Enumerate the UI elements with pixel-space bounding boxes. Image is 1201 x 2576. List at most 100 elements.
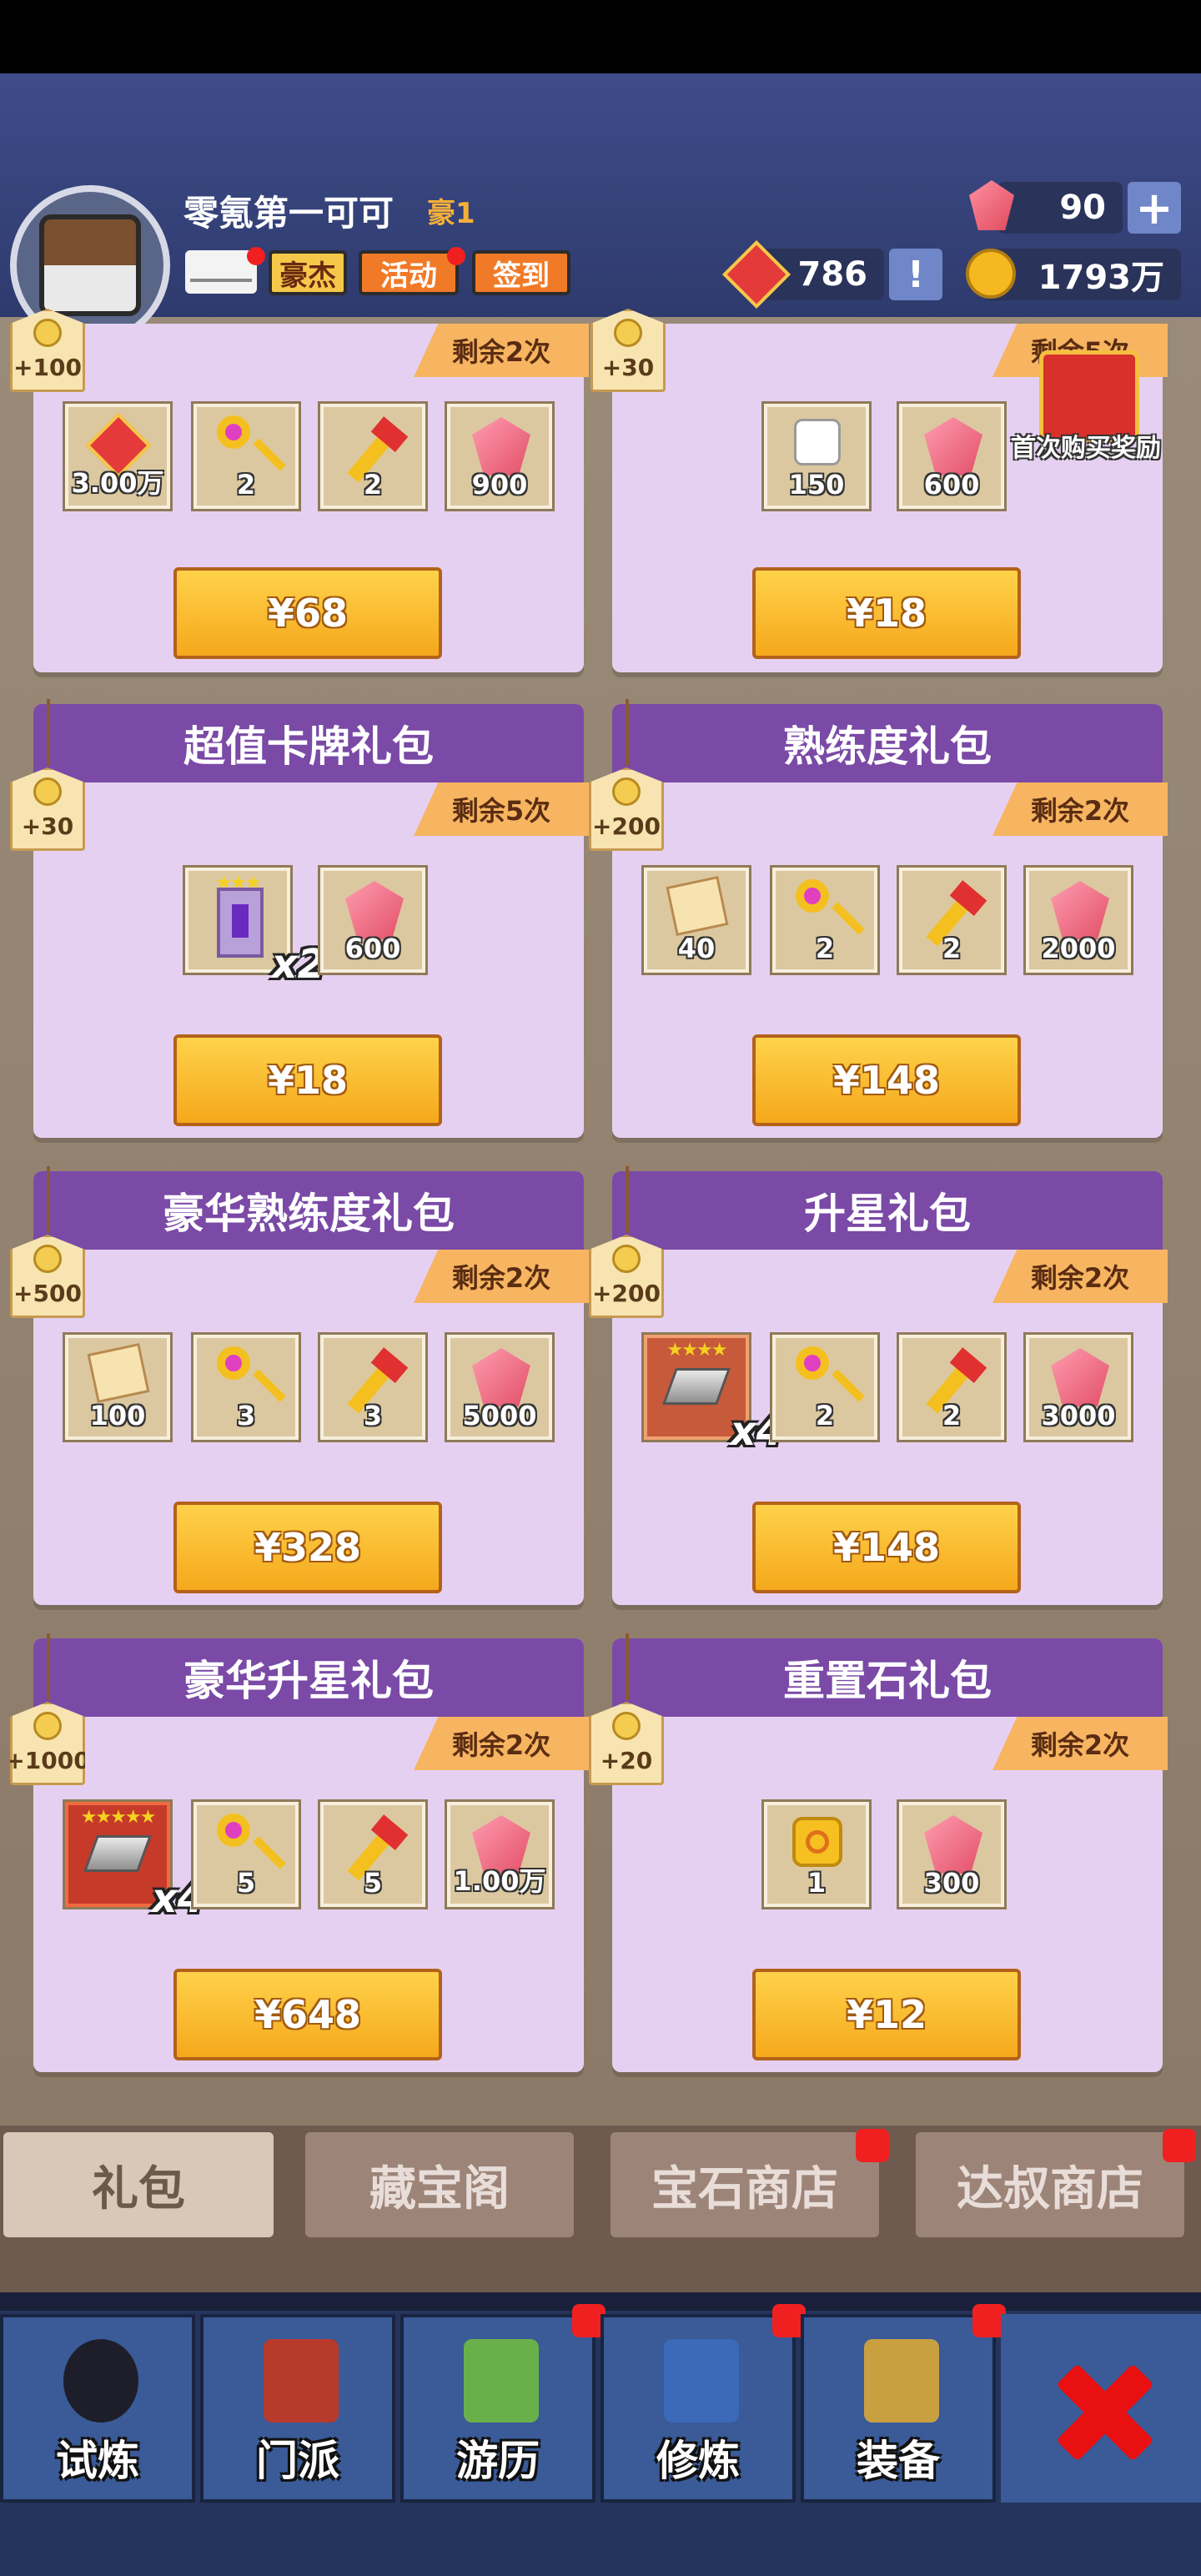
- buy-button[interactable]: ¥12: [752, 1969, 1021, 2060]
- reward-item[interactable]: ★★★★ x4: [644, 1335, 784, 1455]
- reward-item[interactable]: 2: [193, 404, 299, 509]
- points-tag: +500: [10, 1235, 85, 1318]
- player-name: 零氪第一可可: [183, 193, 394, 234]
- item-multiplier: x2: [271, 941, 325, 988]
- tag-string: [626, 699, 629, 766]
- tag-string: [47, 1166, 50, 1233]
- nav-equipment[interactable]: 装备: [801, 2314, 996, 2503]
- item-qty: 3.00万: [71, 467, 164, 499]
- nav-travel[interactable]: 游历: [400, 2314, 595, 2503]
- buy-button[interactable]: ¥328: [173, 1502, 442, 1593]
- pack-card-top-left: 剩余2次 3.00万 2 2 900 ¥68: [33, 324, 589, 672]
- nav-trial[interactable]: 试炼: [0, 2314, 195, 2503]
- add-gems-button[interactable]: +: [1128, 182, 1181, 234]
- status-bar: [0, 0, 1201, 73]
- tag-string: [626, 1166, 629, 1233]
- points-tag: +20: [589, 1702, 664, 1785]
- item-qty: 3: [363, 1400, 383, 1431]
- pink-key-icon: [217, 415, 250, 449]
- item-qty: 3000: [1041, 1400, 1116, 1431]
- buy-button[interactable]: ¥148: [752, 1034, 1021, 1126]
- temple-icon: [264, 2339, 339, 2423]
- reward-item[interactable]: 600: [320, 868, 425, 973]
- points-value: +1000: [5, 1747, 90, 1774]
- points-value: +30: [21, 813, 74, 840]
- reward-item[interactable]: 2: [899, 1335, 1004, 1440]
- reward-item[interactable]: 150: [764, 404, 869, 509]
- tag-string: [47, 699, 50, 766]
- reward-item[interactable]: 1: [764, 1802, 869, 1907]
- reward-item[interactable]: 2: [772, 868, 877, 973]
- coin-icon: [612, 1245, 641, 1273]
- gem-icon: [472, 417, 530, 475]
- reward-item[interactable]: 1.00万: [447, 1802, 552, 1907]
- item-qty: 600: [344, 933, 401, 964]
- reward-item[interactable]: 300: [899, 1802, 1004, 1907]
- buy-button[interactable]: ¥148: [752, 1502, 1021, 1593]
- reward-item[interactable]: 5000: [447, 1335, 552, 1440]
- item-qty: 2: [236, 469, 256, 501]
- reward-item[interactable]: 3: [193, 1335, 299, 1440]
- item-qty: 150: [788, 469, 845, 501]
- info-button[interactable]: !: [889, 249, 942, 300]
- reward-item[interactable]: 2: [320, 404, 425, 509]
- item-qty: 2: [815, 1400, 835, 1431]
- tab-treasure-pavilion[interactable]: 藏宝阁: [305, 2132, 574, 2237]
- pack-title: 重置石礼包: [612, 1638, 1163, 1717]
- reward-item[interactable]: 5: [320, 1802, 425, 1907]
- dashu-shop-notification-dot: [1163, 2129, 1196, 2162]
- buy-button[interactable]: ¥648: [173, 1969, 442, 2060]
- gem-count: 90: [1059, 189, 1106, 227]
- close-button[interactable]: [1001, 2314, 1201, 2503]
- points-value: +200: [592, 813, 661, 840]
- scroll-icon: [87, 1343, 150, 1403]
- reward-item[interactable]: 900: [447, 404, 552, 509]
- remaining-badge: 剩余2次: [414, 324, 589, 377]
- reward-item[interactable]: 3.00万: [65, 404, 170, 509]
- activity-button[interactable]: 活动: [359, 250, 459, 295]
- points-value: +500: [13, 1280, 82, 1307]
- item-qty: 3: [236, 1400, 256, 1431]
- item-qty: 2: [815, 933, 835, 964]
- tab-dashu-shop[interactable]: 达叔商店: [916, 2132, 1184, 2237]
- nav-sect[interactable]: 门派: [200, 2314, 395, 2503]
- remaining-badge: 剩余2次: [992, 782, 1168, 836]
- ninja-icon: [63, 2339, 138, 2423]
- buy-button[interactable]: ¥68: [173, 567, 442, 659]
- reward-item[interactable]: 5: [193, 1802, 299, 1907]
- reward-item[interactable]: ★★★ x2: [185, 868, 325, 988]
- reward-item[interactable]: 40: [644, 868, 749, 973]
- reward-item[interactable]: 100: [65, 1335, 170, 1440]
- remaining-badge: 剩余2次: [992, 1250, 1168, 1303]
- reward-item[interactable]: 3: [320, 1335, 425, 1440]
- points-tag: +30: [590, 309, 666, 392]
- buy-button[interactable]: ¥18: [173, 1034, 442, 1126]
- gem-icon: [924, 417, 982, 475]
- item-qty: 2: [942, 933, 962, 964]
- points-tag: +30: [10, 767, 85, 851]
- ingot-icon: [661, 1368, 731, 1405]
- pack-title: 豪华熟练度礼包: [33, 1171, 584, 1250]
- tag-string: [47, 1633, 50, 1700]
- nav-cultivate[interactable]: 修炼: [600, 2314, 796, 2503]
- tab-gem-shop[interactable]: 宝石商店: [611, 2132, 879, 2237]
- nav-label: 装备: [857, 2437, 940, 2485]
- coin-icon: [33, 319, 62, 347]
- reward-item[interactable]: ★★★★★ x4: [65, 1802, 205, 1922]
- checkin-button[interactable]: 签到: [472, 250, 570, 295]
- scroll-icon: [666, 876, 729, 936]
- vip-badge: 豪1: [427, 197, 475, 230]
- tab-gift-packs[interactable]: 礼包: [3, 2132, 274, 2237]
- reward-item[interactable]: 2000: [1026, 868, 1131, 973]
- secret-book-icon: [664, 2339, 739, 2423]
- reward-item[interactable]: 3000: [1026, 1335, 1131, 1440]
- points-value: +200: [592, 1280, 661, 1307]
- reward-item[interactable]: 600: [899, 404, 1004, 509]
- reward-item[interactable]: 2: [772, 1335, 877, 1440]
- reward-item[interactable]: 2: [899, 868, 1004, 973]
- honor-count: 786: [797, 255, 868, 294]
- buy-button[interactable]: ¥18: [752, 567, 1021, 659]
- haojie-button[interactable]: 豪杰: [269, 250, 347, 295]
- points-tag: +1000: [10, 1702, 85, 1785]
- remaining-badge: 剩余2次: [992, 1717, 1168, 1770]
